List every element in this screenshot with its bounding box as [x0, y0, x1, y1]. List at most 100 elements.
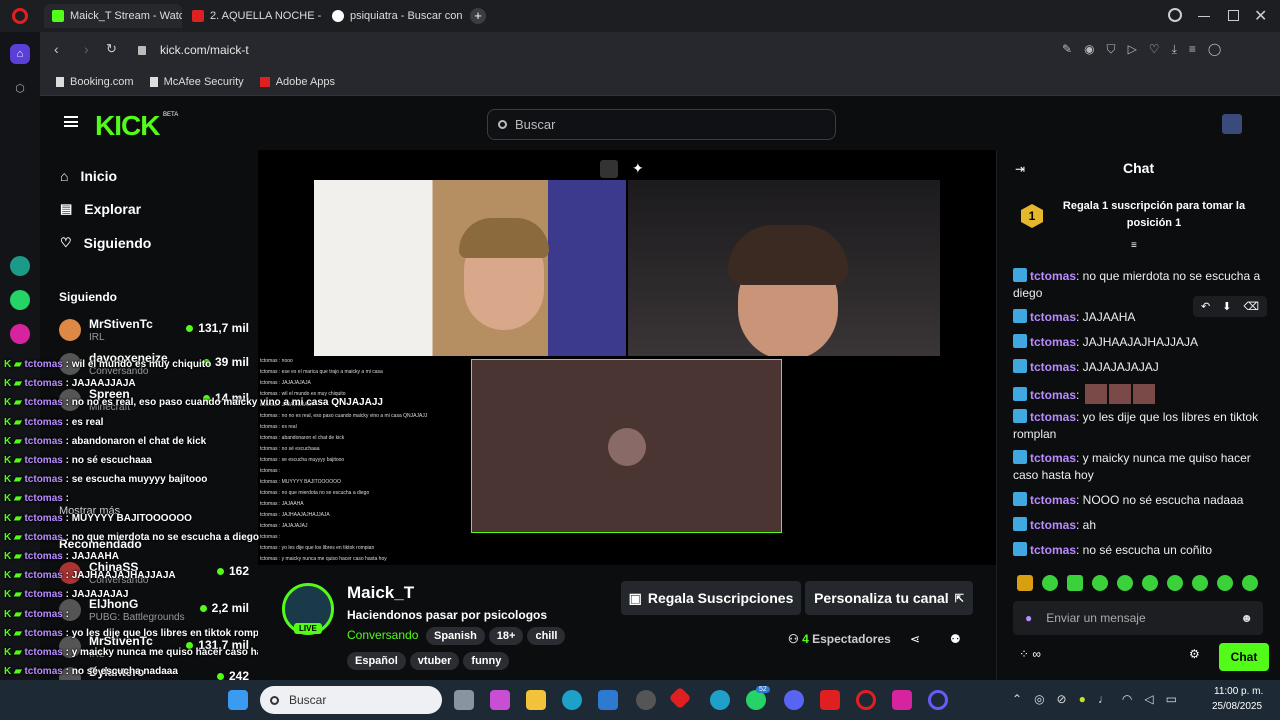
- clock-time[interactable]: 11:00 p. m.: [1214, 686, 1263, 697]
- chevron-up-icon[interactable]: ⌃: [1012, 692, 1022, 706]
- edge-icon[interactable]: [562, 690, 582, 710]
- chat-message[interactable]: tctomas: y maicky nunca me quiso hacer c…: [1013, 450, 1263, 484]
- channel-name[interactable]: Maick_T: [347, 583, 414, 603]
- kick-logo[interactable]: KICK: [95, 110, 160, 142]
- clock-date[interactable]: 25/08/2025: [1212, 701, 1262, 712]
- discord-icon[interactable]: [784, 690, 804, 710]
- emote-icon[interactable]: [1192, 575, 1208, 591]
- nav-home[interactable]: ⌂ Inicio: [60, 168, 117, 184]
- wifi-icon[interactable]: ◠: [1122, 692, 1132, 706]
- edit-icon[interactable]: ✎: [1062, 42, 1072, 57]
- scroll-down-icon[interactable]: ≡: [1131, 240, 1137, 251]
- tag[interactable]: 18+: [488, 627, 524, 645]
- points-icon[interactable]: ⁘ ∞: [1019, 647, 1041, 661]
- app-icon[interactable]: [668, 686, 692, 710]
- delete-icon[interactable]: ⌫: [1243, 300, 1259, 313]
- pin-icon[interactable]: ⬇: [1222, 300, 1231, 313]
- bookmark-adobe[interactable]: Adobe Apps: [259, 76, 335, 88]
- microphone-icon[interactable]: ●: [1025, 611, 1032, 625]
- reply-icon[interactable]: ↶: [1201, 300, 1210, 313]
- microphone-icon[interactable]: ♩: [1098, 692, 1110, 706]
- menu-icon[interactable]: ≡: [1189, 42, 1196, 57]
- emote-icon[interactable]: [1242, 575, 1258, 591]
- nav-explore[interactable]: ▤ Explorar: [60, 201, 141, 217]
- maximize-icon[interactable]: [1228, 10, 1239, 21]
- tag[interactable]: funny: [463, 652, 510, 670]
- chat-username[interactable]: tctomas: [1030, 360, 1076, 374]
- emote-icon[interactable]: [1217, 575, 1233, 591]
- chat-username[interactable]: tctomas: [1030, 388, 1076, 402]
- nav-following[interactable]: ♡ Siguiendo: [60, 235, 151, 251]
- battery-icon[interactable]: ▭: [1166, 692, 1177, 706]
- shield-icon[interactable]: ⛉: [1107, 42, 1116, 57]
- whatsapp-icon[interactable]: [746, 690, 766, 710]
- tab-youtube[interactable]: 2. AQUELLA NOCHE - BAR: [184, 4, 322, 28]
- new-tab-icon[interactable]: +: [470, 8, 486, 24]
- chat-username[interactable]: tctomas: [1030, 451, 1076, 465]
- minimize-icon[interactable]: [1198, 16, 1210, 17]
- camera-icon[interactable]: ◉: [1084, 42, 1094, 57]
- manage-users-icon[interactable]: ⚉: [950, 632, 961, 646]
- message-input[interactable]: ● Enviar un mensaje ☻: [1013, 601, 1263, 635]
- bookmark-booking[interactable]: Booking.com: [56, 76, 134, 88]
- forward-icon[interactable]: ›: [84, 41, 89, 57]
- chat-username[interactable]: tctomas: [1030, 493, 1076, 507]
- emote-icon[interactable]: [1042, 575, 1058, 591]
- emoji-icon[interactable]: ☻: [1240, 611, 1253, 625]
- search-input[interactable]: Buscar: [487, 109, 836, 140]
- chat-message[interactable]: tctomas: JAJAJAJAJAJ: [1013, 359, 1263, 376]
- taskbar-search[interactable]: Buscar: [260, 686, 442, 714]
- back-icon[interactable]: ‹: [54, 41, 59, 57]
- close-icon[interactable]: ✕: [1254, 6, 1267, 26]
- app-icon[interactable]: [710, 690, 730, 710]
- emote-icon[interactable]: [1017, 575, 1033, 591]
- app-icon[interactable]: [636, 690, 656, 710]
- opera-icon[interactable]: [856, 690, 876, 710]
- chat-username[interactable]: tctomas: [1030, 410, 1076, 424]
- hamburger-menu-icon[interactable]: [64, 116, 78, 127]
- send-chat-button[interactable]: Chat: [1219, 643, 1269, 671]
- speed-dial-icon[interactable]: ⬡: [10, 78, 30, 98]
- gift-prompt[interactable]: Regala 1 suscripción para tomar la posic…: [1059, 198, 1249, 232]
- gift-subscriptions-button[interactable]: ▣ Regala Suscripciones: [621, 581, 801, 615]
- tab-google[interactable]: psiquiatra - Buscar con Go: [324, 4, 464, 28]
- app-icon[interactable]: [928, 690, 948, 710]
- file-explorer-icon[interactable]: [526, 690, 546, 710]
- chat-message[interactable]: tctomas:: [1013, 384, 1263, 404]
- tray-icon[interactable]: ◎: [1034, 692, 1044, 706]
- volume-icon[interactable]: ◁: [1144, 692, 1153, 706]
- url-bar[interactable]: kick.com/maick-t: [130, 37, 1190, 63]
- chat-username[interactable]: tctomas: [1030, 335, 1076, 349]
- home-icon[interactable]: ⌂: [10, 44, 30, 64]
- copilot-icon[interactable]: [490, 690, 510, 710]
- chat-message[interactable]: tctomas: yo les dije que los libres en t…: [1013, 409, 1263, 443]
- popout-icon[interactable]: [600, 160, 618, 178]
- sparkle-icon[interactable]: ✦: [632, 160, 644, 177]
- download-icon[interactable]: ⤓: [1172, 42, 1177, 57]
- tag[interactable]: chill: [527, 627, 566, 645]
- emote-icon[interactable]: [1117, 575, 1133, 591]
- opera-logo-icon[interactable]: [12, 8, 28, 24]
- office-icon[interactable]: [820, 690, 840, 710]
- category-link[interactable]: Conversando: [347, 628, 418, 642]
- whatsapp-icon[interactable]: [10, 290, 30, 310]
- emote-icon[interactable]: [1067, 575, 1083, 591]
- following-item[interactable]: MrStivenTc IRL 131,7 mil: [59, 317, 249, 347]
- collapse-chat-icon[interactable]: ⇥: [1015, 162, 1025, 176]
- play-icon[interactable]: ▷: [1128, 42, 1137, 57]
- tab-kick[interactable]: Maick_T Stream - Watch L: [44, 4, 182, 28]
- chat-message[interactable]: tctomas: NOOO no sé escucha nadaaa: [1013, 492, 1263, 509]
- tag[interactable]: Español: [347, 652, 406, 670]
- chat-message[interactable]: tctomas: no sé escucha un coñito: [1013, 542, 1263, 559]
- profile-icon[interactable]: ◯: [1208, 42, 1221, 57]
- aria-icon[interactable]: [10, 256, 30, 276]
- task-view-icon[interactable]: [454, 690, 474, 710]
- chat-username[interactable]: tctomas: [1030, 310, 1076, 324]
- emote-icon[interactable]: [1142, 575, 1158, 591]
- tray-icon[interactable]: ⊘: [1057, 692, 1067, 706]
- tray-icon[interactable]: ●: [1079, 692, 1086, 706]
- chat-message[interactable]: tctomas: ah: [1013, 517, 1263, 534]
- windows-start-icon[interactable]: [228, 690, 248, 710]
- share-icon[interactable]: ⋖: [910, 632, 920, 646]
- reload-icon[interactable]: ↻: [106, 41, 117, 57]
